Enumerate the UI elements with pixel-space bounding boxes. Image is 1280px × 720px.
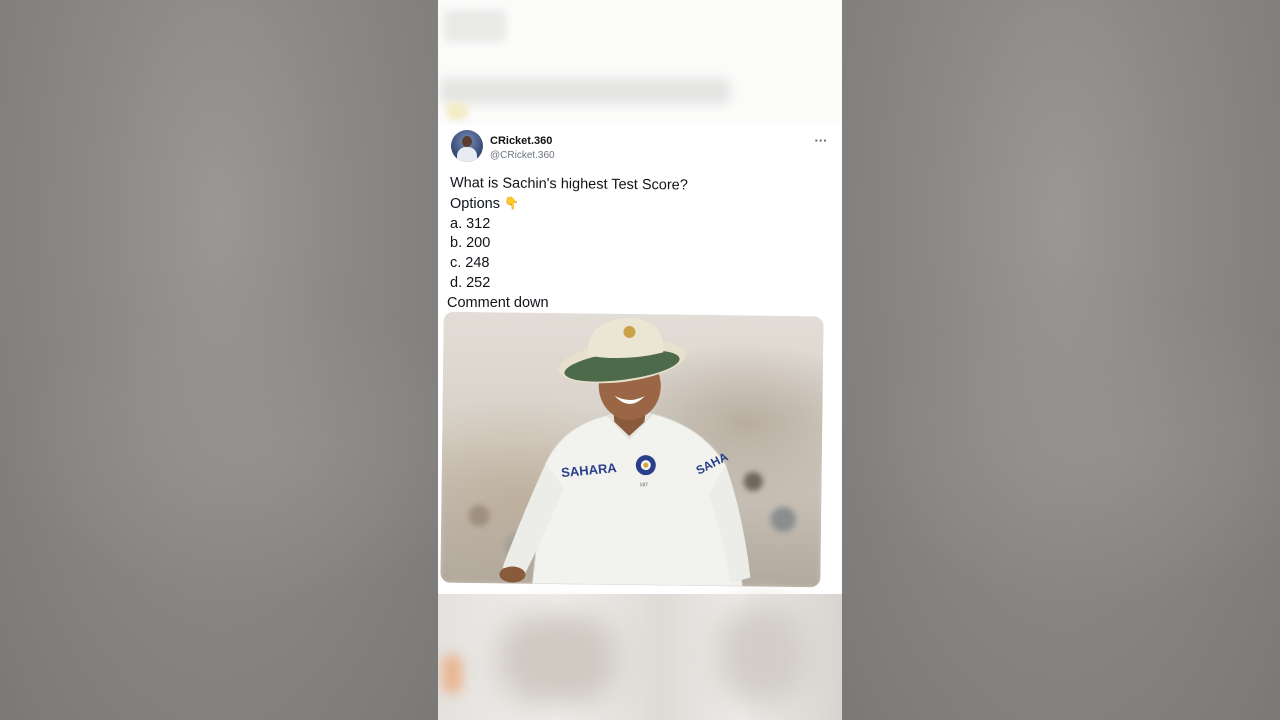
- call-to-action: Comment down: [447, 294, 549, 311]
- tweet-text: What is Sachin's highest Test Score? Opt…: [447, 174, 827, 314]
- display-name[interactable]: CRicket.360: [490, 135, 552, 147]
- avatar[interactable]: [451, 130, 483, 162]
- more-options-icon[interactable]: ···: [810, 134, 832, 152]
- blurred-background-left: [0, 0, 438, 720]
- blurred-background-right: [842, 0, 1280, 720]
- jersey-number: 187: [640, 482, 649, 488]
- tweet-card: CRicket.360 @CRicket.360 ··· What is Sac…: [438, 126, 842, 594]
- blurred-previous-post: [438, 0, 842, 125]
- cricketer-figure: SAHARA SAHA 187: [499, 317, 751, 587]
- option-d: d. 252: [450, 274, 491, 291]
- option-b: b. 200: [450, 235, 491, 252]
- question-text: What is Sachin's highest Test Score?: [449, 175, 688, 194]
- blurred-next-post: [438, 594, 842, 720]
- user-handle[interactable]: @CRicket.360: [490, 150, 555, 161]
- option-c: c. 248: [450, 255, 490, 272]
- tweet-photo[interactable]: SAHARA SAHA 187: [440, 311, 824, 588]
- option-a: a. 312: [450, 215, 491, 232]
- video-frame: CRicket.360 @CRicket.360 ··· What is Sac…: [438, 0, 842, 720]
- pointing-down-hand-icon: 👇: [503, 195, 519, 210]
- options-label: Options: [450, 195, 500, 212]
